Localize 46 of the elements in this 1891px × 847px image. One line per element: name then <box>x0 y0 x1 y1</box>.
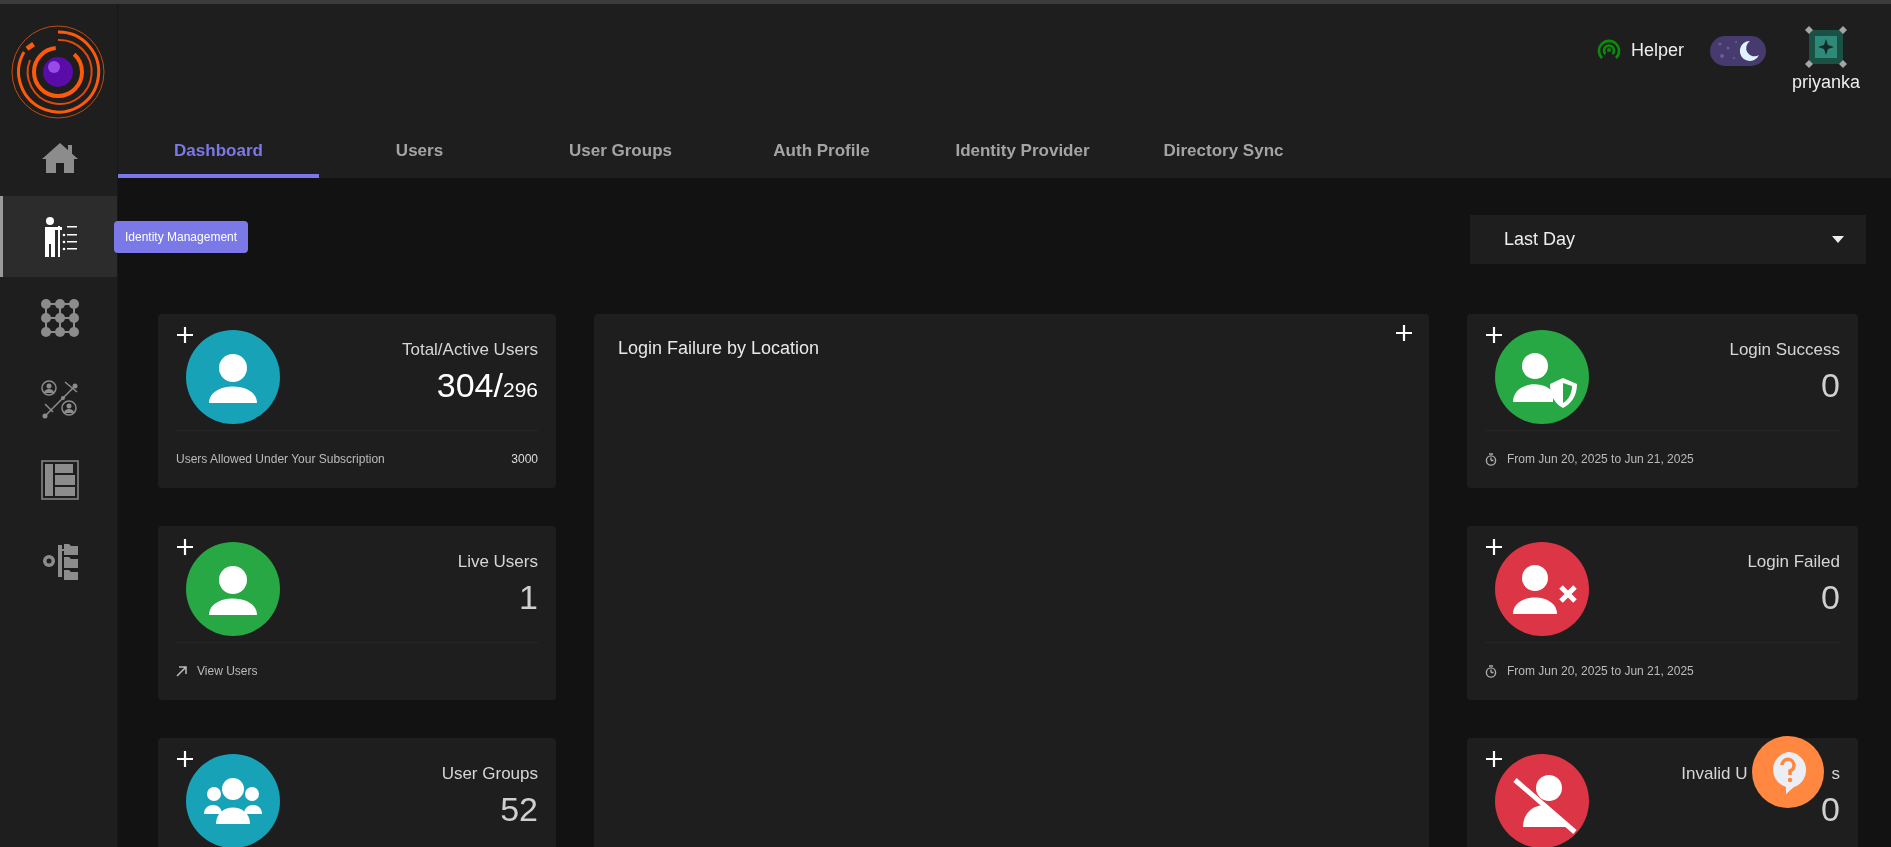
add-icon[interactable] <box>176 750 194 768</box>
card-value: 1 <box>519 578 538 617</box>
tab[interactable]: User Groups <box>520 128 721 178</box>
username: priyanka <box>1791 72 1860 93</box>
add-icon[interactable] <box>1485 326 1503 344</box>
card-title: Login Success <box>1729 340 1840 360</box>
add-icon[interactable] <box>1395 324 1413 342</box>
tab[interactable]: Dashboard <box>118 128 319 178</box>
card-title: User Groups <box>441 764 538 784</box>
view-users-link[interactable]: View Users <box>197 664 258 678</box>
add-icon[interactable] <box>1485 750 1503 768</box>
tab[interactable]: Users <box>319 128 520 178</box>
card-value: 0 <box>1821 790 1840 829</box>
add-icon[interactable] <box>176 326 194 344</box>
tab[interactable]: Directory Sync <box>1123 128 1324 178</box>
panel-title: Login Failure by Location <box>618 338 820 358</box>
add-icon[interactable] <box>1485 538 1503 556</box>
footer-label: Users Allowed Under Your Subscription <box>176 452 385 466</box>
signal-icon <box>1596 38 1621 62</box>
tab[interactable]: Identity Provider <box>922 128 1123 178</box>
timer-icon <box>1485 452 1497 466</box>
theme-toggle[interactable] <box>1709 36 1766 66</box>
card-title: Invalid U <box>1681 764 1748 784</box>
home-icon <box>40 141 80 175</box>
date-range: From Jun 20, 2025 to Jun 21, 2025 <box>1507 452 1694 466</box>
period-dropdown[interactable]: Last Day <box>1470 215 1866 264</box>
card-title: Total/Active Users <box>401 340 538 360</box>
tab[interactable]: Auth Profile <box>721 128 922 178</box>
add-icon[interactable] <box>176 538 194 556</box>
arrow-icon <box>176 665 187 677</box>
card-title: Login Failed <box>1747 552 1840 572</box>
avatar-icon[interactable] <box>1804 26 1847 68</box>
footer-value: 3000 <box>511 452 538 466</box>
card-value: 0 <box>1821 578 1840 617</box>
date-range: From Jun 20, 2025 to Jun 21, 2025 <box>1507 664 1694 678</box>
caret-icon <box>1832 236 1844 243</box>
grid-nodes-icon <box>40 297 80 338</box>
card-value: 304/296 <box>436 366 538 405</box>
document-layout-icon <box>41 459 79 500</box>
tooltip: Identity Management <box>114 220 249 253</box>
card-value: 52 <box>500 790 538 829</box>
card-title: Live Users <box>457 552 538 572</box>
timer-icon <box>1485 664 1497 678</box>
helper-label[interactable]: Helper <box>1630 39 1684 61</box>
card-title: s <box>1831 764 1840 784</box>
card-value: 0 <box>1821 366 1840 405</box>
